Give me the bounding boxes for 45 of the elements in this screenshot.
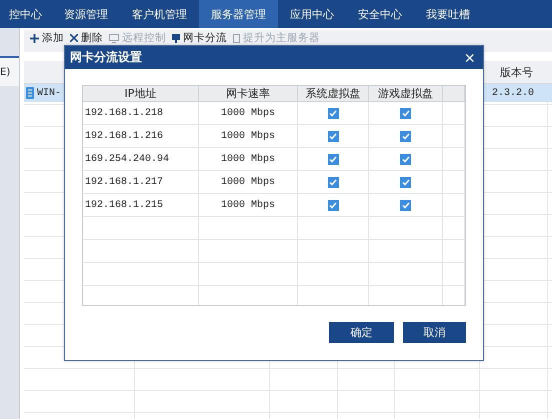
table-cell: 2.3.2.0 bbox=[492, 88, 534, 98]
confirm-button[interactable]: 确定 bbox=[329, 322, 394, 343]
nav-tab[interactable]: 我要吐槽 bbox=[414, 0, 482, 28]
nav-tab[interactable]: 安全中心 bbox=[346, 0, 414, 28]
checkbox[interactable] bbox=[400, 200, 411, 210]
close-button[interactable]: × bbox=[464, 48, 475, 66]
table-cell: WIN- bbox=[26, 87, 62, 99]
nav-tab[interactable]: 资源管理 bbox=[52, 0, 120, 28]
monitor-icon bbox=[109, 34, 119, 42]
speed-cell: 1000 Mbps bbox=[220, 176, 275, 188]
ip-cell: 169.254.240.94 bbox=[85, 154, 170, 164]
speed-cell: 1000 Mbps bbox=[220, 200, 275, 210]
plus-icon bbox=[30, 34, 39, 42]
checkbox[interactable] bbox=[328, 130, 338, 142]
network-icon bbox=[172, 34, 180, 42]
column-header[interactable]: 游戏虚拟盘 bbox=[369, 86, 443, 101]
toolbar-button[interactable]: 删除 bbox=[70, 32, 103, 44]
checkbox[interactable] bbox=[328, 176, 338, 188]
ip-cell: 192.168.1.218 bbox=[85, 108, 164, 118]
checkbox[interactable] bbox=[328, 154, 338, 164]
checkbox[interactable] bbox=[400, 130, 411, 142]
toolbar-button[interactable]: 网卡分流 bbox=[172, 32, 227, 44]
checkbox[interactable] bbox=[328, 108, 338, 118]
column-header[interactable]: IP地址 bbox=[83, 86, 199, 101]
toolbar-button[interactable]: 添加 bbox=[30, 32, 64, 44]
nav-tab[interactable]: 服务器管理 bbox=[199, 0, 278, 28]
checkbox[interactable] bbox=[400, 108, 411, 118]
column-header[interactable]: 网卡速率 bbox=[199, 86, 298, 101]
dialog-title: 网卡分流设置 bbox=[70, 49, 142, 66]
checkbox[interactable] bbox=[400, 154, 411, 164]
nav-tab[interactable]: 客户机管理 bbox=[120, 0, 199, 28]
speed-cell: 1000 Mbps bbox=[220, 154, 275, 164]
cancel-button[interactable]: 取消 bbox=[403, 322, 466, 343]
nav-tab[interactable]: 应用中心 bbox=[278, 0, 346, 28]
checkbox[interactable] bbox=[400, 176, 411, 188]
nav-tab[interactable]: 控中心 bbox=[0, 0, 42, 28]
column-header[interactable]: 系统虚拟盘 bbox=[298, 86, 369, 101]
speed-cell: 1000 Mbps bbox=[220, 130, 275, 142]
ip-cell: 192.168.1.215 bbox=[85, 200, 164, 210]
close-icon bbox=[70, 34, 78, 42]
ip-cell: 192.168.1.216 bbox=[85, 130, 164, 142]
speed-cell: 1000 Mbps bbox=[220, 108, 275, 118]
ip-cell: 192.168.1.217 bbox=[85, 176, 164, 188]
checkbox[interactable] bbox=[328, 200, 338, 210]
sidebar-item[interactable]: E) bbox=[0, 56, 19, 86]
